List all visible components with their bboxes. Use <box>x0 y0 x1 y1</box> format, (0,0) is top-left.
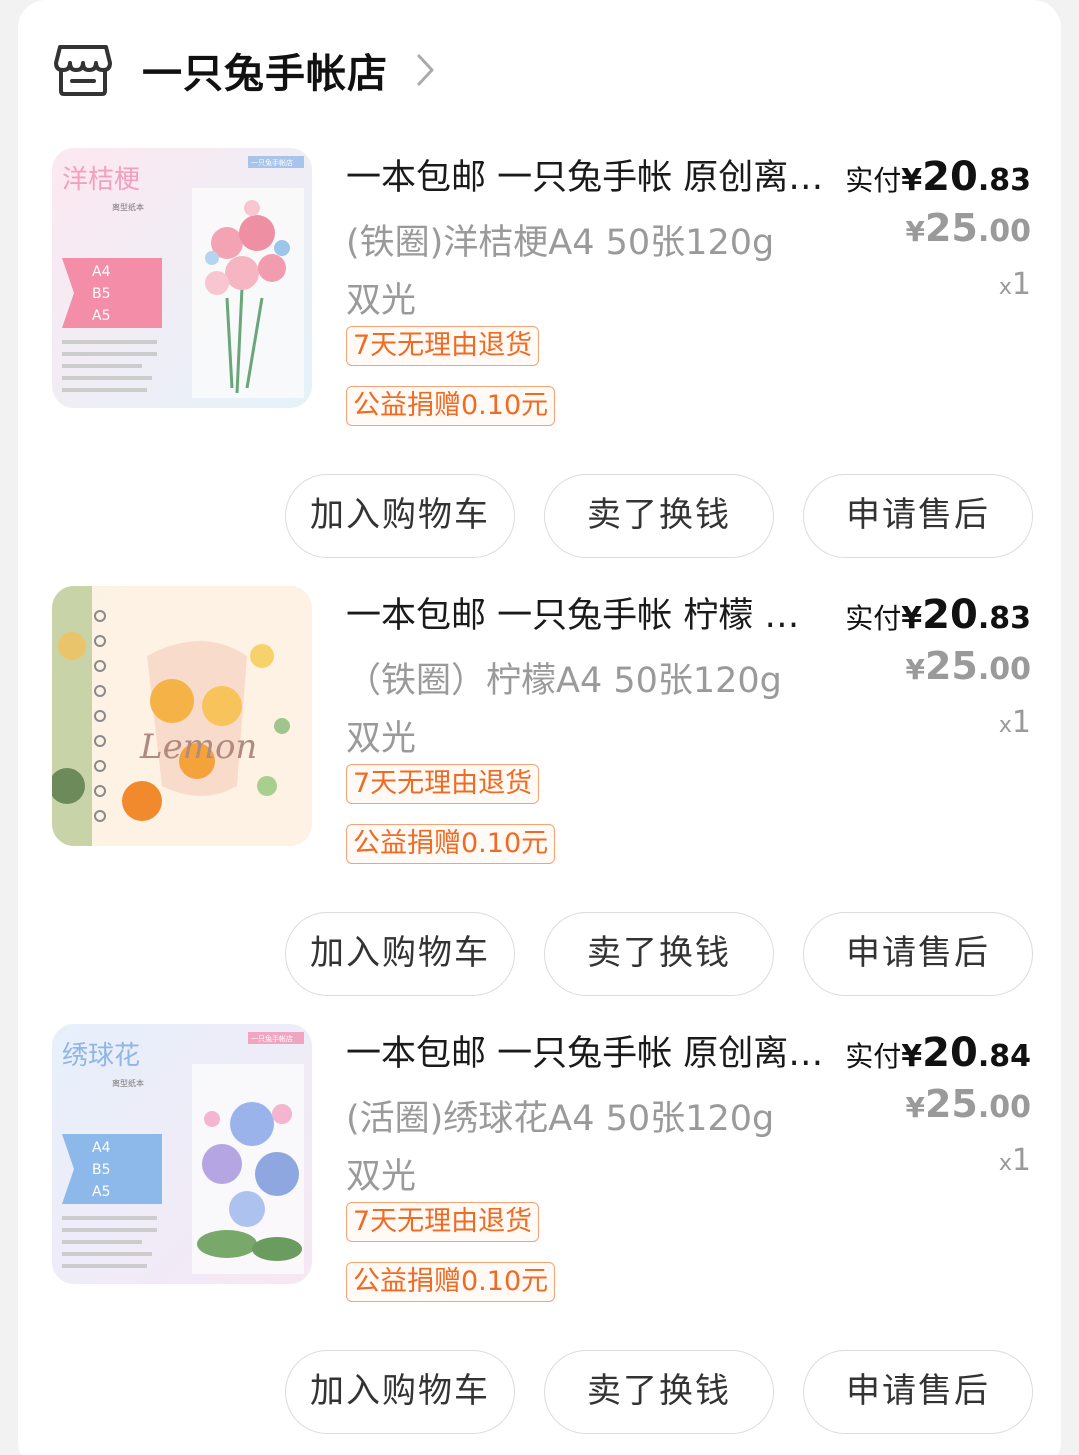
after-sales-button[interactable]: 申请售后 <box>803 912 1033 996</box>
thumb-title: Lemon <box>139 727 257 767</box>
shop-name: 一只兔手帐店 <box>142 51 388 97</box>
order-item: 绣球花 离型纸本 一只兔手帐店 A4 B5 A5 一本包邮 一只兔手帐 原创离型… <box>0 1024 1079 1454</box>
svg-text:B5: B5 <box>92 286 111 302</box>
add-to-cart-button[interactable]: 加入购物车 <box>285 912 515 996</box>
product-thumbnail[interactable]: 洋桔梗 离型纸本 一只兔手帐店 A4 B5 A5 <box>52 148 312 408</box>
quantity: x1 <box>998 267 1031 302</box>
add-to-cart-button[interactable]: 加入购物车 <box>285 1350 515 1434</box>
paid-price: 实付¥20.83 <box>845 592 1031 638</box>
charity-tag: 公益捐赠0.10元 <box>346 1262 556 1302</box>
resell-button[interactable]: 卖了换钱 <box>544 912 774 996</box>
price-block: 实付¥20.83 ¥25.00 x1 <box>845 590 1031 754</box>
return-policy-tag: 7天无理由退货 <box>346 764 540 804</box>
charity-tag: 公益捐赠0.10元 <box>346 824 556 864</box>
after-sales-button[interactable]: 申请售后 <box>803 474 1033 558</box>
store-icon <box>54 45 112 96</box>
product-title[interactable]: 一本包邮 一只兔手帐 柠檬 离型纸本 <box>346 586 824 646</box>
resell-button[interactable]: 卖了换钱 <box>544 1350 774 1434</box>
return-policy-tag: 7天无理由退货 <box>346 1202 540 1242</box>
add-to-cart-button[interactable]: 加入购物车 <box>285 474 515 558</box>
thumb-subtitle: 离型纸本 <box>112 1078 144 1088</box>
original-price: ¥25.00 <box>905 644 1031 688</box>
chevron-right-icon <box>417 54 434 86</box>
product-sku: (活圈)绣球花A4 50张120g 双光 <box>346 1099 775 1197</box>
thumb-badge: 一只兔手帐店 <box>251 1034 293 1043</box>
order-item: Lemon 一本包邮 一只兔手帐 柠檬 离型纸本 （铁圈）柠檬A4 50张120… <box>0 586 1079 1016</box>
after-sales-button[interactable]: 申请售后 <box>803 1350 1033 1434</box>
shop-header[interactable]: 一只兔手帐店 <box>54 40 436 100</box>
svg-text:A4: A4 <box>92 1140 111 1156</box>
svg-text:B5: B5 <box>92 1162 111 1178</box>
product-sku: （铁圈）柠檬A4 50张120g 双光 <box>346 661 782 759</box>
quantity: x1 <box>998 1143 1031 1178</box>
price-block: 实付¥20.84 ¥25.00 x1 <box>845 1028 1031 1192</box>
paid-price: 实付¥20.84 <box>845 1030 1031 1076</box>
product-title[interactable]: 一本包邮 一只兔手帐 原创离型纸本 绣球花 <box>346 1024 824 1084</box>
return-policy-tag: 7天无理由退货 <box>346 326 540 366</box>
original-price: ¥25.00 <box>905 1082 1031 1126</box>
thumb-subtitle: 离型纸本 <box>112 202 144 212</box>
quantity: x1 <box>998 705 1031 740</box>
thumb-badge: 一只兔手帐店 <box>251 158 293 167</box>
resell-button[interactable]: 卖了换钱 <box>544 474 774 558</box>
svg-text:A4: A4 <box>92 264 111 280</box>
thumb-title: 洋桔梗 <box>62 165 140 195</box>
product-sku: (铁圈)洋桔梗A4 50张120g 双光 <box>346 223 775 321</box>
paid-price: 实付¥20.83 <box>845 154 1031 200</box>
order-item: 洋桔梗 离型纸本 一只兔手帐店 A4 B5 A5 一本包邮 一只兔手帐 原创离型… <box>0 148 1079 578</box>
price-block: 实付¥20.83 ¥25.00 x1 <box>845 152 1031 316</box>
thumb-title: 绣球花 <box>62 1041 140 1071</box>
product-thumbnail[interactable]: Lemon <box>52 586 312 846</box>
charity-tag: 公益捐赠0.10元 <box>346 386 556 426</box>
svg-text:A5: A5 <box>92 1184 110 1200</box>
svg-text:A5: A5 <box>92 308 110 324</box>
original-price: ¥25.00 <box>905 206 1031 250</box>
product-thumbnail[interactable]: 绣球花 离型纸本 一只兔手帐店 A4 B5 A5 <box>52 1024 312 1284</box>
product-title[interactable]: 一本包邮 一只兔手帐 原创离型纸本 洋桔梗 <box>346 148 824 208</box>
